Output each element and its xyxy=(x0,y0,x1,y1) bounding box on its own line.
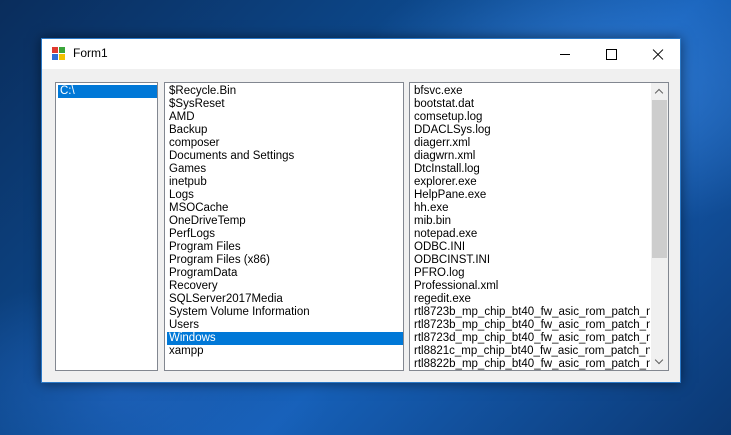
list-item[interactable]: hh.exe xyxy=(412,202,650,215)
list-item[interactable]: Documents and Settings xyxy=(167,150,403,163)
list-item[interactable]: ODBC.INI xyxy=(412,241,650,254)
window-title: Form1 xyxy=(73,46,108,60)
title-bar[interactable]: Form1 xyxy=(42,39,680,69)
list-item[interactable]: rtl8723b_mp_chip_bt40_fw_asic_rom_patch_… xyxy=(412,306,650,319)
list-item[interactable]: regedit.exe xyxy=(412,293,650,306)
scrollbar-thumb[interactable] xyxy=(652,100,667,258)
list-item[interactable]: Professional.xml xyxy=(412,280,650,293)
list-item[interactable]: xampp xyxy=(167,345,403,358)
list-item[interactable]: HelpPane.exe xyxy=(412,189,650,202)
list-item[interactable]: Games xyxy=(167,163,403,176)
list-item[interactable]: Recovery xyxy=(167,280,403,293)
drives-list: C:\ xyxy=(56,83,157,98)
list-item[interactable]: SQLServer2017Media xyxy=(167,293,403,306)
minimize-button[interactable] xyxy=(542,39,588,69)
list-item[interactable]: Users xyxy=(167,319,403,332)
form-window: Form1 C:\ $Recycle.Bin $SysReset AMD Backup… xyxy=(41,38,681,383)
list-item[interactable]: bfsvc.exe xyxy=(412,85,650,98)
list-item[interactable]: C:\ xyxy=(58,85,157,98)
drives-listbox[interactable]: C:\ xyxy=(55,82,158,371)
list-item[interactable]: Program Files (x86) xyxy=(167,254,403,267)
list-item[interactable]: Program Files xyxy=(167,241,403,254)
list-item[interactable]: comsetup.log xyxy=(412,111,650,124)
files-list: bfsvc.exe bootstat.dat comsetup.log DDACLSy… xyxy=(410,83,650,370)
maximize-button[interactable] xyxy=(588,39,634,69)
list-item[interactable]: rtl8723b_mp_chip_bt40_fw_asic_rom_patch_… xyxy=(412,319,650,332)
list-item[interactable]: OneDriveTemp xyxy=(167,215,403,228)
list-item[interactable]: rtl8822b_mp_chip_bt40_fw_asic_rom_patch_… xyxy=(412,358,650,370)
list-item[interactable]: diagwrn.xml xyxy=(412,150,650,163)
list-item[interactable]: $Recycle.Bin xyxy=(167,85,403,98)
scroll-down-arrow-icon[interactable] xyxy=(651,353,668,370)
list-item[interactable]: System Volume Information xyxy=(167,306,403,319)
list-item[interactable]: inetpub xyxy=(167,176,403,189)
list-item[interactable]: rtl8723d_mp_chip_bt40_fw_asic_rom_patch_… xyxy=(412,332,650,345)
list-item[interactable]: Windows xyxy=(167,332,403,345)
list-item[interactable]: bootstat.dat xyxy=(412,98,650,111)
folders-listbox[interactable]: $Recycle.Bin $SysReset AMD Backup composer Do… xyxy=(164,82,404,371)
list-item[interactable]: mib.bin xyxy=(412,215,650,228)
list-item[interactable]: explorer.exe xyxy=(412,176,650,189)
list-item[interactable]: PFRO.log xyxy=(412,267,650,280)
list-item[interactable]: PerfLogs xyxy=(167,228,403,241)
list-item[interactable]: Logs xyxy=(167,189,403,202)
list-item[interactable]: ProgramData xyxy=(167,267,403,280)
close-button[interactable] xyxy=(634,39,680,69)
list-item[interactable]: diagerr.xml xyxy=(412,137,650,150)
scroll-up-arrow-icon[interactable] xyxy=(651,83,668,100)
list-item[interactable]: DDACLSys.log xyxy=(412,124,650,137)
list-item[interactable]: composer xyxy=(167,137,403,150)
files-listbox[interactable]: bfsvc.exe bootstat.dat comsetup.log DDACLSy… xyxy=(409,82,669,371)
form-app-icon xyxy=(52,47,66,61)
list-item[interactable]: $SysReset xyxy=(167,98,403,111)
folders-list: $Recycle.Bin $SysReset AMD Backup composer Do… xyxy=(165,83,403,358)
list-item[interactable]: rtl8821c_mp_chip_bt40_fw_asic_rom_patch_… xyxy=(412,345,650,358)
list-item[interactable]: notepad.exe xyxy=(412,228,650,241)
list-item[interactable]: Backup xyxy=(167,124,403,137)
list-item[interactable]: AMD xyxy=(167,111,403,124)
files-vertical-scrollbar[interactable] xyxy=(651,83,668,370)
list-item[interactable]: MSOCache xyxy=(167,202,403,215)
list-item[interactable]: ODBCINST.INI xyxy=(412,254,650,267)
list-item[interactable]: DtcInstall.log xyxy=(412,163,650,176)
